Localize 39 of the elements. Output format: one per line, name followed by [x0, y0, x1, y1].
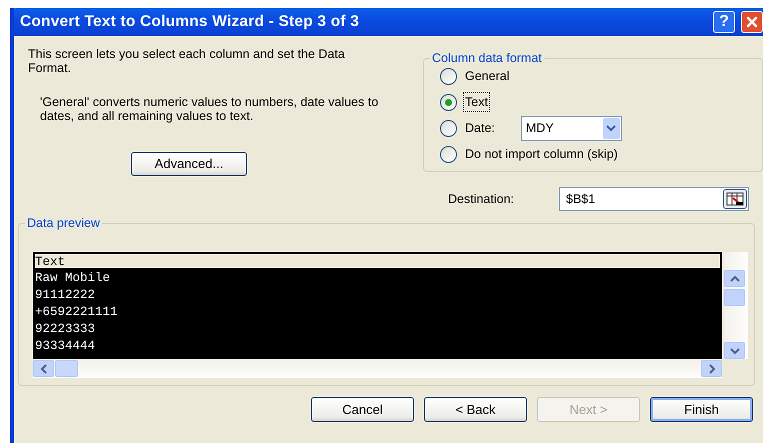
scroll-thumb[interactable] [724, 289, 745, 306]
date-format-dropdown[interactable]: MDY [520, 116, 622, 140]
wizard-button[interactable]: < Back [424, 397, 527, 422]
arrow-down-icon [728, 346, 740, 356]
radio-label[interactable]: General [463, 66, 512, 86]
grid-cell-text: 91112222 [35, 287, 96, 304]
arrow-right-icon [706, 362, 716, 374]
grid-cell-text: 93334444 [35, 338, 96, 355]
help-button[interactable]: ? [713, 11, 735, 33]
cell-picker-icon [726, 192, 744, 206]
horizontal-scrollbar[interactable] [33, 360, 722, 378]
destination-field[interactable]: $B$1 [559, 187, 749, 211]
close-button[interactable] [741, 11, 763, 33]
wizard-button[interactable]: Cancel [311, 397, 414, 422]
radio-label[interactable]: Do not import column (skip) [463, 144, 620, 164]
grid-cell-text: 92223333 [35, 321, 96, 338]
scroll-thumb[interactable] [55, 360, 78, 377]
group-title: Data preview [25, 215, 102, 231]
wizard-button[interactable]: Finish [650, 397, 753, 422]
close-icon [745, 15, 759, 29]
radio-label[interactable]: Date: [463, 118, 497, 138]
destination-label: Destination: [448, 190, 516, 208]
radio-label[interactable]: Text [463, 92, 490, 112]
window-title: Convert Text to Columns Wizard - Step 3 of 3 [20, 12, 360, 32]
note-text: 'General' converts numeric values to numbers, date values to dates, and all remaining values to text. [40, 95, 380, 123]
column-header[interactable]: Text [35, 254, 720, 270]
radio-button[interactable] [440, 68, 457, 84]
preview-grid[interactable]: Text Raw Mobile 91112222 +6592221111 92223333 93334444 [33, 252, 722, 359]
grid-cell-text: +6592221111 [35, 304, 119, 321]
radio-button[interactable] [440, 94, 457, 110]
description-text: This screen lets you select each column and set the Data Format. [28, 47, 346, 75]
arrow-up-icon [728, 274, 740, 284]
radio-button[interactable] [440, 120, 457, 136]
arrow-left-icon [38, 362, 48, 374]
radio-button[interactable] [440, 146, 457, 162]
advanced-button[interactable]: Advanced... [131, 152, 247, 176]
vertical-scrollbar[interactable] [724, 252, 748, 359]
cell-picker-button[interactable] [723, 189, 747, 209]
grid-cell-text: Raw Mobile [35, 270, 112, 287]
